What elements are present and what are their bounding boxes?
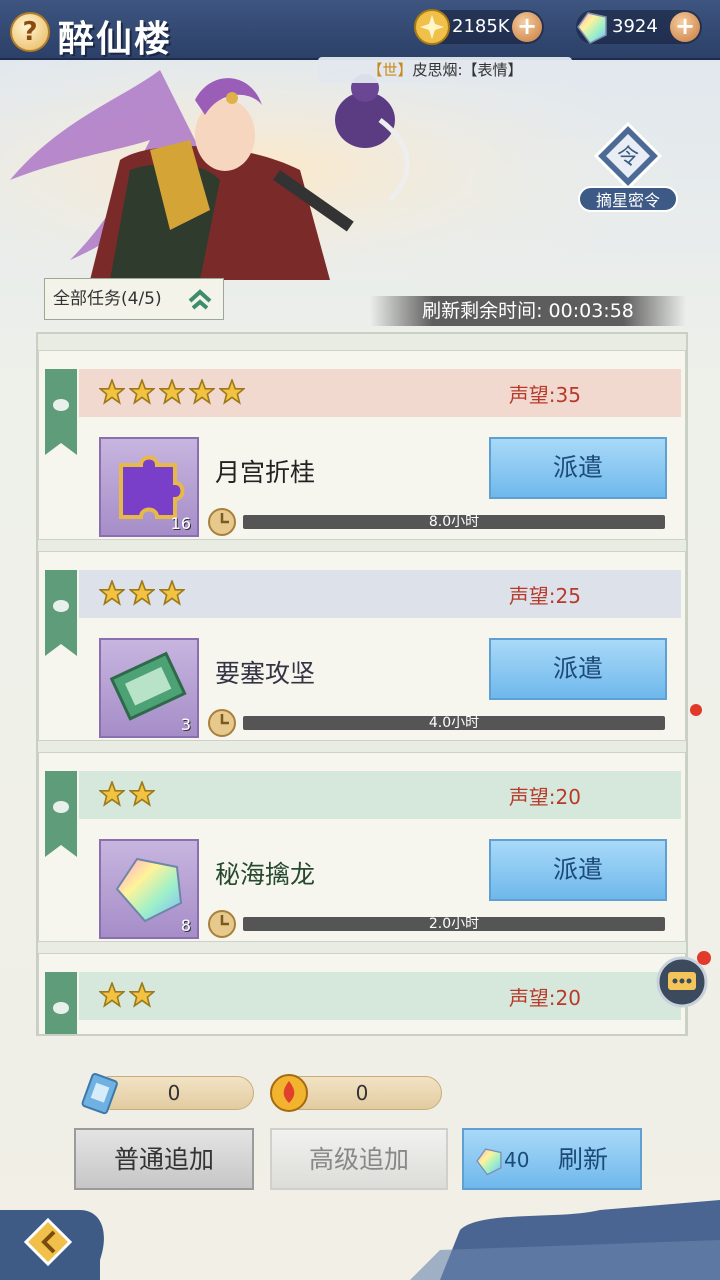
item-count: 16 [170, 514, 191, 533]
add-gem-button[interactable]: + [670, 12, 700, 42]
bottom-navigation [0, 1200, 720, 1280]
gold-currency: 2185K + [414, 9, 544, 45]
task-card: 声望:20 [38, 953, 686, 1034]
duration-row: 4.0小时 [205, 708, 667, 738]
task-name: 秘海擒龙 [215, 860, 316, 889]
star-icon [127, 779, 157, 807]
chat-badge [697, 951, 711, 965]
task-card: 声望:20 8 秘海擒龙 派遣 2.0小时 [38, 752, 686, 942]
refresh-timer-label: 刷新剩余时间: [422, 300, 543, 322]
star-icon [127, 980, 157, 1008]
star-rating [97, 578, 189, 608]
star-icon [97, 578, 127, 606]
reputation-value: 声望:35 [508, 383, 581, 407]
secret-order-glyph: 令 [617, 145, 639, 170]
task-name: 要塞攻坚 [215, 659, 316, 688]
star-icon [157, 377, 187, 405]
task-header: 声望:20 [79, 972, 681, 1020]
star-icon [127, 377, 157, 405]
star-icon [157, 578, 187, 606]
chat-message: 皮思烟:【表情】 [412, 61, 523, 79]
duration-row: 8.0小时 [205, 507, 667, 537]
task-header: 声望:20 [79, 771, 681, 819]
ticket-icon [81, 1073, 118, 1115]
ticket-count: 0 [167, 1081, 181, 1105]
gem-amount: 3924 [612, 16, 658, 37]
add-gold-button[interactable]: + [512, 12, 542, 42]
duration-bar: 4.0小时 [243, 716, 665, 730]
reputation-value: 声望:25 [508, 584, 581, 608]
fire-counter: 0 [270, 1074, 442, 1112]
reputation-value: 声望:20 [508, 785, 581, 809]
fire-emblem-icon [270, 1074, 308, 1112]
rainbow-gem-icon [476, 1148, 502, 1176]
task-ribbon-icon [45, 771, 77, 857]
secret-order-label: 摘星密令 [578, 186, 678, 212]
secret-order-button[interactable]: 令 摘星密令 [578, 120, 678, 216]
gold-amount: 2185K [452, 16, 510, 37]
task-header: 声望:25 [79, 570, 681, 618]
clock-icon [208, 508, 236, 536]
task-card: 声望:35 16 月宫折桂 派遣 8.0小时 [38, 350, 686, 540]
refresh-cost: 40 [504, 1148, 530, 1172]
notification-dot [690, 704, 702, 716]
normal-add-button[interactable]: 普通追加 [74, 1128, 254, 1190]
star-icon [97, 980, 127, 1008]
reputation-value: 声望:20 [508, 986, 581, 1010]
refresh-timer: 刷新剩余时间: 00:03:58 [370, 296, 686, 326]
chevron-up-icon [188, 289, 212, 310]
duration-row: 2.0小时 [205, 909, 667, 939]
star-rating [97, 377, 249, 407]
chat-channel-tag: 【世】 [367, 61, 413, 79]
dispatch-button[interactable]: 派遣 [489, 437, 667, 499]
duration-bar: 2.0小时 [243, 917, 665, 931]
star-icon [187, 377, 217, 405]
task-ribbon-icon [45, 369, 77, 455]
fire-count: 0 [355, 1081, 369, 1105]
star-icon [217, 377, 247, 405]
task-list[interactable]: 声望:35 16 月宫折桂 派遣 8.0小时 声望:25 3 要塞攻坚 派遣 4.0小时 声望:20… [36, 332, 688, 1036]
clock-icon [208, 709, 236, 737]
ticket-counter: 0 [81, 1073, 254, 1115]
gold-coin-icon [414, 9, 450, 45]
top-bar: ? 醉仙楼 2185K + 3924 + [0, 0, 720, 60]
reward-item-slot[interactable]: 3 [99, 638, 199, 738]
duration-bar: 8.0小时 [243, 515, 665, 529]
item-count: 8 [180, 916, 191, 935]
advanced-add-button[interactable]: 高级追加 [270, 1128, 448, 1190]
refresh-label: 刷新 [558, 1145, 609, 1174]
refresh-button[interactable]: 40 刷新 [462, 1128, 642, 1190]
refresh-timer-value: 00:03:58 [548, 300, 634, 322]
star-icon [127, 578, 157, 606]
task-name: 月宫折桂 [215, 458, 316, 487]
task-card: 声望:25 3 要塞攻坚 派遣 4.0小时 [38, 551, 686, 741]
task-header: 声望:35 [79, 369, 681, 417]
task-ribbon-icon [45, 570, 77, 656]
star-icon [97, 377, 127, 405]
star-rating [97, 980, 159, 1010]
dispatch-button[interactable]: 派遣 [489, 839, 667, 901]
task-ribbon-icon [45, 972, 77, 1034]
clock-icon [208, 910, 236, 938]
help-button[interactable]: ? [10, 12, 50, 52]
star-rating [97, 779, 159, 809]
rainbow-gem-icon [577, 12, 607, 44]
gem-currency: 3924 + [576, 10, 702, 44]
task-filter-dropdown[interactable]: 全部任务(4/5) [44, 278, 224, 320]
dispatch-button[interactable]: 派遣 [489, 638, 667, 700]
page-title: 醉仙楼 [58, 18, 173, 60]
world-chat-line[interactable]: 【世】皮思烟:【表情】 [318, 57, 572, 83]
task-filter-label: 全部任务(4/5) [53, 289, 162, 309]
reward-item-slot[interactable]: 8 [99, 839, 199, 939]
chat-button[interactable] [652, 950, 714, 1008]
item-count: 3 [180, 715, 191, 734]
star-icon [97, 779, 127, 807]
reward-item-slot[interactable]: 16 [99, 437, 199, 537]
secret-order-icon: 令 [593, 121, 663, 191]
